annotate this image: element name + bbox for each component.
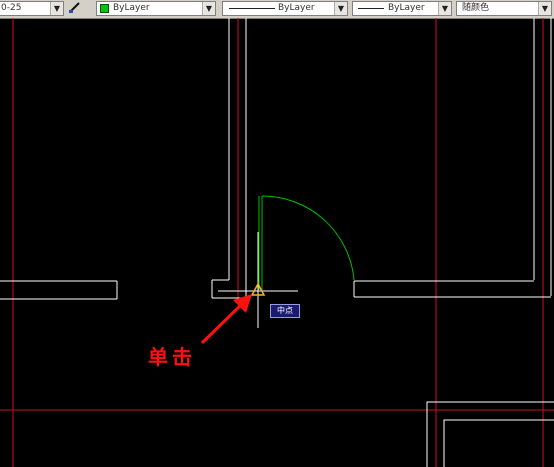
chevron-down-icon[interactable]: ▼: [334, 2, 347, 15]
annotation-arrow-icon: [200, 294, 252, 345]
linetype-sample: [229, 8, 275, 9]
linetype-combo[interactable]: ByLayer ▼: [222, 1, 348, 16]
paint-brush-icon[interactable]: [66, 1, 84, 16]
wall-line: [426, 401, 554, 467]
color-combo-value: ByLayer: [113, 3, 150, 13]
chevron-down-icon[interactable]: ▼: [538, 2, 551, 15]
style-combo-value: 0-25: [1, 3, 22, 13]
wall-line: [443, 419, 554, 467]
properties-toolbar: 0-25 ▼ ByLayer ▼ ByLayer ▼ ByLayer ▼ 随颜色…: [0, 0, 554, 19]
guide-lines: [0, 18, 554, 467]
lineweight-combo[interactable]: ByLayer ▼: [352, 1, 452, 16]
click-callout: 单击: [148, 345, 196, 369]
linetype-combo-value: ByLayer: [278, 3, 315, 13]
door-arc: [261, 195, 355, 281]
color-combo[interactable]: ByLayer ▼: [96, 1, 216, 16]
snap-tooltip: 中点: [270, 304, 300, 318]
style-combo[interactable]: 0-25 ▼: [0, 1, 64, 16]
chevron-down-icon[interactable]: ▼: [438, 2, 451, 15]
door-swing: [258, 195, 355, 290]
lineweight-sample: [358, 8, 384, 9]
green-swatch-icon: [100, 4, 109, 13]
drawing-canvas[interactable]: [0, 18, 554, 467]
walls: [0, 18, 554, 467]
chevron-down-icon[interactable]: ▼: [50, 2, 63, 15]
chevron-down-icon[interactable]: ▼: [202, 2, 215, 15]
plot-color-combo-value: 随颜色: [462, 3, 490, 13]
plot-color-combo[interactable]: 随颜色 ▼: [456, 1, 552, 16]
lineweight-combo-value: ByLayer: [388, 3, 425, 13]
